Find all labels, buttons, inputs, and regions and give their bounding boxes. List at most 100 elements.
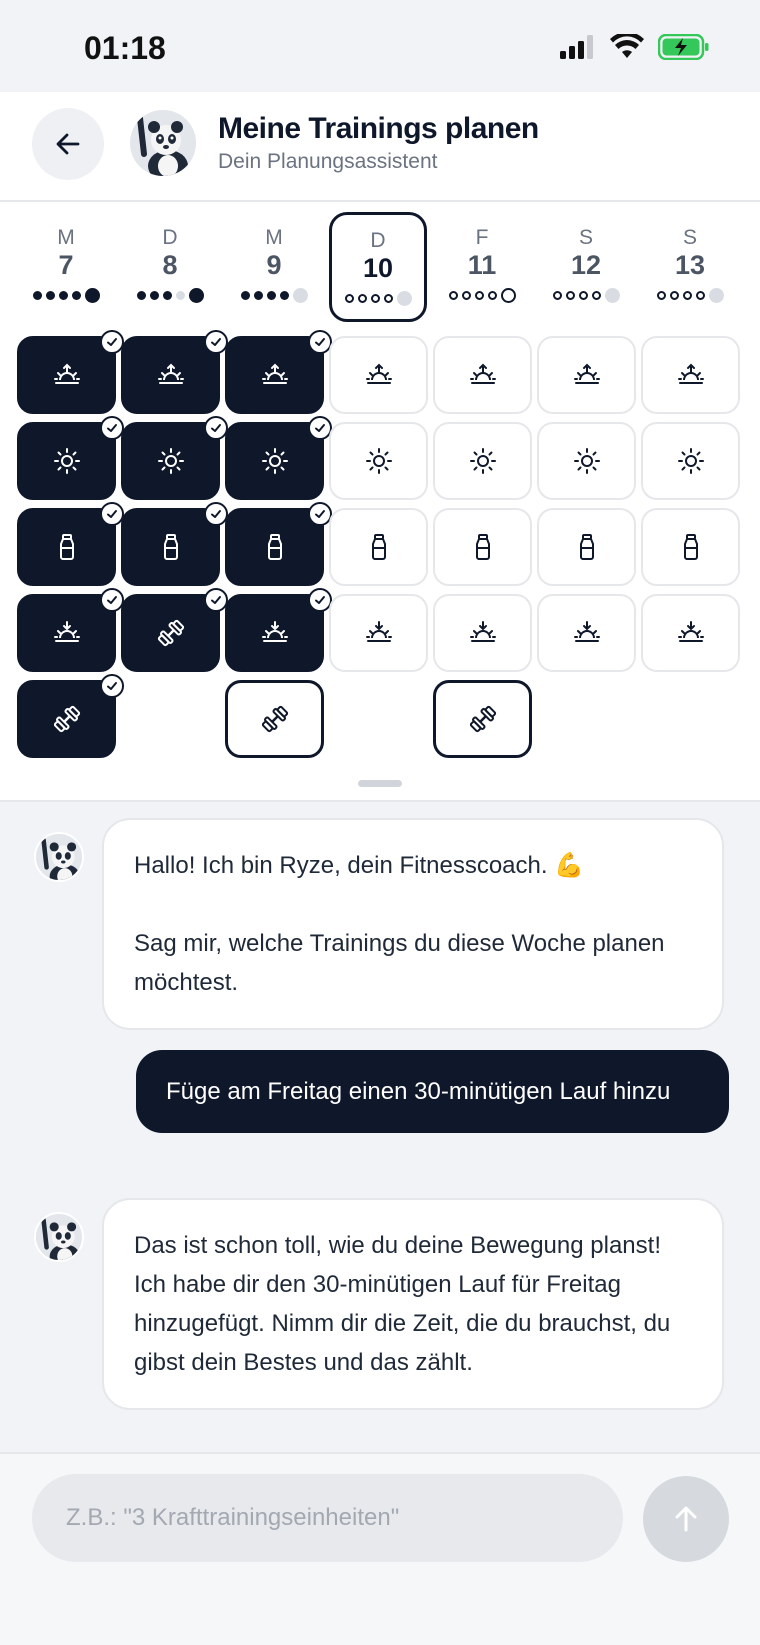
training-cell[interactable] — [537, 422, 636, 500]
day-letter: S — [682, 226, 697, 249]
day-number: 7 — [58, 250, 74, 280]
bottle-icon — [572, 532, 602, 562]
signal-icon — [560, 35, 593, 59]
sun-icon — [52, 446, 82, 476]
progress-dot — [370, 294, 380, 303]
day-column-11[interactable]: F 11 — [433, 212, 531, 322]
training-cell[interactable] — [121, 416, 228, 500]
progress-dot — [383, 294, 393, 303]
week-planner: M 7 D 8 M 9 D 10 F 11 S 12 S 13 — [0, 202, 760, 802]
progress-dot — [552, 291, 562, 300]
day-column-12[interactable]: S 12 — [537, 212, 635, 322]
day-column-10[interactable]: D 10 — [329, 212, 427, 322]
training-cell[interactable] — [225, 502, 332, 586]
drag-handle[interactable] — [358, 780, 402, 787]
training-cell[interactable] — [537, 336, 636, 414]
training-cell[interactable] — [121, 588, 228, 672]
dumbbell-icon — [468, 704, 498, 734]
wifi-icon — [610, 34, 644, 58]
bottle-icon — [468, 532, 498, 562]
training-cell[interactable] — [17, 416, 124, 500]
training-cell[interactable] — [121, 502, 228, 586]
training-cell[interactable] — [641, 594, 740, 672]
progress-dot — [591, 291, 601, 300]
day-column-7[interactable]: M7 — [17, 212, 115, 322]
day-letter: D — [162, 226, 178, 249]
training-cell[interactable] — [17, 502, 124, 586]
training-cell[interactable] — [225, 330, 332, 414]
day-column-9[interactable]: M9 — [225, 212, 323, 322]
training-cell[interactable] — [433, 680, 532, 758]
training-cell[interactable] — [329, 594, 428, 672]
page-subtitle: Dein Planungsassistent — [218, 150, 438, 173]
day-letter: F — [475, 226, 489, 249]
sunset-icon — [364, 618, 394, 648]
day-column-8[interactable]: D8 — [121, 212, 219, 322]
training-cell[interactable] — [433, 336, 532, 414]
training-cell[interactable] — [433, 508, 532, 586]
training-cell[interactable] — [329, 508, 428, 586]
arrow-up-icon — [675, 1506, 697, 1532]
progress-dot — [578, 291, 588, 300]
progress-dot — [461, 291, 471, 300]
sunrise-icon — [468, 360, 498, 390]
back-button[interactable] — [32, 108, 104, 180]
training-cell[interactable] — [17, 674, 124, 758]
sun-icon — [364, 446, 394, 476]
day-letter: D — [370, 229, 386, 252]
progress-dot — [344, 294, 354, 303]
progress-dot — [266, 291, 276, 300]
progress-dot — [279, 291, 289, 300]
status-icons — [560, 34, 710, 60]
training-cell[interactable] — [329, 336, 428, 414]
sunset-icon — [52, 618, 82, 648]
training-cell[interactable] — [641, 336, 740, 414]
sunset-icon — [468, 618, 498, 648]
training-cell[interactable] — [537, 594, 636, 672]
training-cell[interactable] — [641, 422, 740, 500]
training-cell[interactable] — [433, 594, 532, 672]
bot-message: Hallo! Ich bin Ryze, dein Fitnesscoach. … — [102, 818, 724, 1030]
progress-dot — [71, 291, 81, 300]
progress-dot — [487, 291, 497, 300]
sunset-icon — [260, 618, 290, 648]
message-input[interactable] — [32, 1474, 623, 1562]
day-number: 8 — [162, 250, 178, 280]
progress-dot — [175, 291, 185, 300]
day-column-13[interactable]: S 13 — [641, 212, 739, 322]
progress-dot — [500, 288, 516, 303]
training-cell[interactable] — [17, 330, 124, 414]
chat-area: Hallo! Ich bin Ryze, dein Fitnesscoach. … — [0, 800, 760, 1452]
day-number: 9 — [266, 250, 282, 280]
training-cell[interactable] — [225, 588, 332, 672]
panda-icon — [36, 1214, 82, 1260]
training-cell[interactable] — [121, 330, 228, 414]
training-cell[interactable] — [225, 416, 332, 500]
dumbbell-icon — [52, 704, 82, 734]
arrow-left-icon — [56, 133, 80, 155]
progress-dots — [121, 288, 219, 303]
training-cell[interactable] — [641, 508, 740, 586]
training-cell[interactable] — [537, 508, 636, 586]
composer — [0, 1452, 760, 1645]
bottle-icon — [52, 532, 82, 562]
training-cell[interactable] — [329, 422, 428, 500]
progress-dot — [149, 291, 159, 300]
user-message: Füge am Freitag einen 30-minütigen Lauf … — [136, 1050, 729, 1133]
day-number: 10 — [362, 253, 394, 283]
sun-icon — [468, 446, 498, 476]
training-cell[interactable] — [433, 422, 532, 500]
sunset-icon — [572, 618, 602, 648]
progress-dot — [292, 288, 308, 303]
sun-icon — [676, 446, 706, 476]
progress-dot — [58, 291, 68, 300]
training-cell[interactable] — [225, 680, 324, 758]
bottle-icon — [260, 532, 290, 562]
status-bar: 01:18 — [0, 0, 760, 92]
send-button[interactable] — [643, 1476, 729, 1562]
progress-dot — [253, 291, 263, 300]
progress-dot — [708, 288, 724, 303]
progress-dots — [332, 291, 424, 306]
training-cell[interactable] — [17, 588, 124, 672]
progress-dots — [433, 288, 531, 303]
